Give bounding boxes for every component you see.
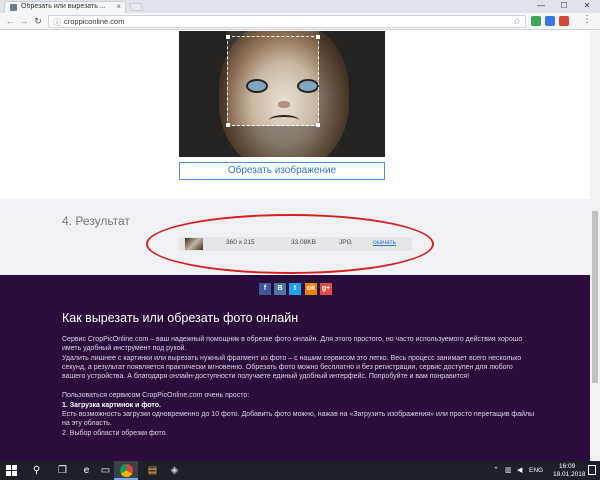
crop-handle[interactable]: [226, 35, 230, 39]
extension-icon[interactable]: [559, 16, 569, 26]
step-title: 2. Выбор области обрезки фото.: [62, 430, 168, 437]
page-scrollbar[interactable]: [590, 31, 600, 461]
title-bar: Обрезать или вырезать ... × — ☐ ✕: [0, 0, 600, 13]
tab-close-icon[interactable]: ×: [116, 2, 121, 11]
reload-icon[interactable]: ↻: [32, 15, 44, 27]
facebook-share-icon[interactable]: f: [259, 283, 271, 295]
scrollbar-thumb[interactable]: [592, 211, 598, 383]
info-paragraph: Пользоваться сервисом CropPicOnline.com …: [62, 392, 250, 399]
google-plus-share-icon[interactable]: g+: [320, 283, 332, 295]
clock-time[interactable]: 16:09: [559, 463, 575, 470]
crop-image[interactable]: [179, 31, 385, 157]
file-explorer-icon[interactable]: ▭: [99, 464, 112, 477]
crop-handle[interactable]: [316, 123, 320, 127]
folder-icon[interactable]: ▤: [146, 464, 159, 477]
tray-overflow-icon[interactable]: ⌃: [493, 466, 499, 474]
crop-image-button[interactable]: Обрезать изображение: [179, 162, 385, 180]
info-paragraph: Сервис CropPicOnline.com – ваш надежный …: [62, 336, 523, 352]
result-heading: 4. Результат: [62, 214, 130, 228]
vk-share-icon[interactable]: B: [274, 283, 286, 295]
app-icon[interactable]: ◈: [168, 464, 181, 477]
windows-taskbar: ⚲ ❒ e ▭ ▤ ◈ ⌃ ▥ ◀ ENG 16:09 18.01.2018: [0, 461, 600, 480]
chrome-icon[interactable]: [120, 464, 133, 477]
info-section: f B t ok g+ Как вырезать или обрезать фо…: [0, 275, 590, 461]
new-tab-button[interactable]: [128, 3, 144, 11]
odnoklassniki-share-icon[interactable]: ok: [305, 283, 317, 295]
bookmark-star-icon[interactable]: ☆: [513, 16, 521, 27]
crop-handle[interactable]: [226, 123, 230, 127]
network-icon[interactable]: ▥: [505, 466, 512, 474]
info-paragraph: Удалить лишнее с картинки или вырезать н…: [62, 355, 522, 380]
task-view-icon[interactable]: ❒: [56, 464, 69, 477]
search-icon[interactable]: ⚲: [30, 464, 43, 477]
minimize-button[interactable]: —: [530, 0, 552, 13]
step-title: 1. Загрузка картинок и фото.: [62, 402, 161, 409]
info-title: Как вырезать или обрезать фото онлайн: [62, 311, 299, 325]
step-text: Есть возможность загрузки одновременно д…: [62, 411, 535, 427]
browser-window: Обрезать или вырезать ... × — ☐ ✕ ← → ↻ …: [0, 0, 600, 480]
crop-handle[interactable]: [316, 35, 320, 39]
twitter-share-icon[interactable]: t: [289, 283, 301, 295]
tab-title: Обрезать или вырезать ...: [21, 3, 106, 10]
browser-toolbar: ← → ↻ ⓘ croppiconline.com ☆ ⋮: [0, 13, 600, 30]
extension-icon[interactable]: [531, 16, 541, 26]
page-info-icon[interactable]: ⓘ: [53, 17, 61, 28]
crop-selection-box[interactable]: [226, 35, 320, 127]
browser-menu-icon[interactable]: ⋮: [582, 14, 592, 25]
windows-start-icon[interactable]: [6, 465, 17, 476]
volume-icon[interactable]: ◀: [517, 466, 522, 474]
result-section: 4. Результат 360 x 215 33.08KB JPG скача…: [0, 199, 590, 275]
page-viewport: Обрезать изображение 4. Результат 360 x …: [0, 31, 590, 461]
url-text[interactable]: croppiconline.com: [64, 17, 124, 26]
forward-icon[interactable]: →: [18, 15, 30, 27]
crop-section: Обрезать изображение: [0, 31, 590, 199]
back-icon[interactable]: ←: [4, 15, 16, 27]
red-highlight-ellipse: [146, 214, 434, 274]
extension-icon[interactable]: [545, 16, 555, 26]
maximize-button[interactable]: ☐: [553, 0, 575, 13]
notifications-icon[interactable]: [588, 465, 596, 475]
clock-date[interactable]: 18.01.2018: [553, 471, 586, 478]
input-language[interactable]: ENG: [529, 467, 543, 474]
site-favicon-icon: [10, 4, 17, 11]
address-bar[interactable]: ⓘ croppiconline.com ☆: [48, 15, 526, 28]
edge-browser-icon[interactable]: e: [80, 464, 93, 477]
browser-tab[interactable]: Обрезать или вырезать ... ×: [4, 1, 126, 13]
close-window-button[interactable]: ✕: [576, 0, 598, 13]
